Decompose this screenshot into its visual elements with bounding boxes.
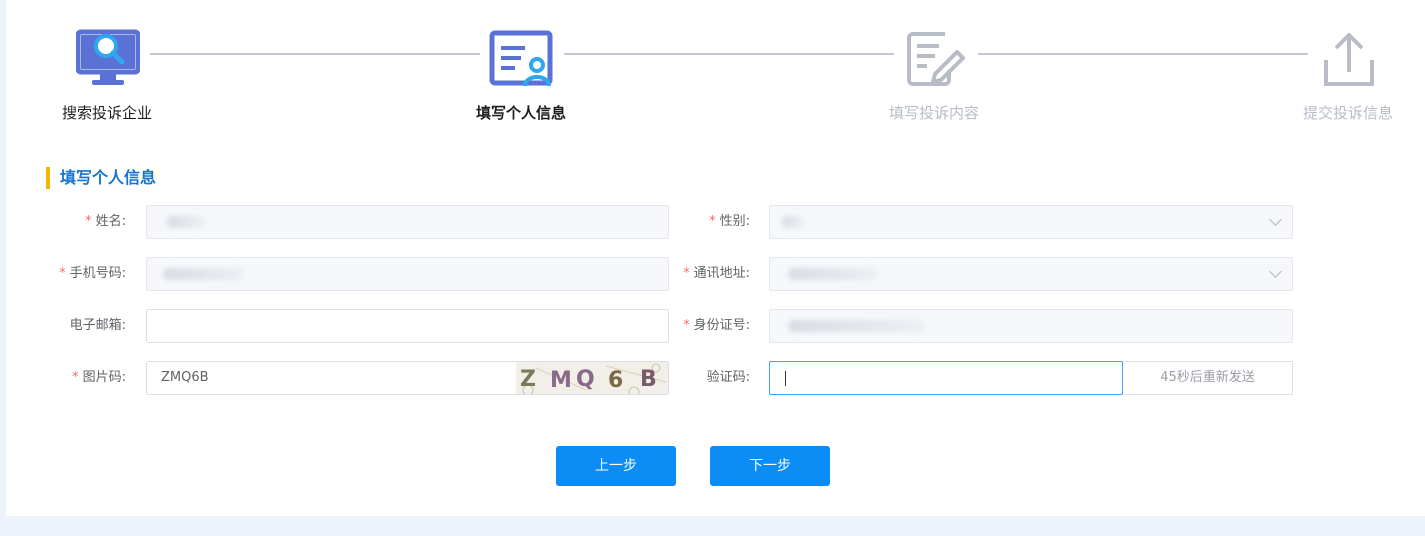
chevron-down-icon xyxy=(1269,213,1282,226)
id-number-label: * 身份证号: xyxy=(683,318,750,333)
required-mark: * xyxy=(59,266,66,281)
text-caret xyxy=(785,371,786,386)
redacted-value xyxy=(788,268,878,280)
step-label: 填写投诉内容 xyxy=(888,104,980,122)
gender-label: * 性别: xyxy=(709,214,750,229)
required-mark: * xyxy=(683,266,690,281)
edit-document-icon xyxy=(907,32,965,86)
next-step-button[interactable]: 下一步 xyxy=(710,446,830,486)
step-connector xyxy=(564,53,894,55)
captcha-field[interactable]: ZMQ6B Z M Q 6 B xyxy=(146,361,669,395)
required-mark: * xyxy=(72,370,79,385)
phone-field[interactable] xyxy=(146,257,669,291)
step-label: 搜索投诉企业 xyxy=(61,104,153,122)
step-connector xyxy=(150,53,480,55)
captcha-value: ZMQ6B xyxy=(161,370,209,385)
address-label: * 通讯地址: xyxy=(683,266,750,281)
section-title: 填写个人信息 xyxy=(60,168,157,187)
search-monitor-icon xyxy=(76,29,140,85)
section-accent-bar xyxy=(46,167,50,189)
required-mark: * xyxy=(85,214,92,229)
redacted-value xyxy=(788,320,924,332)
upload-icon xyxy=(1324,33,1374,86)
redacted-value xyxy=(782,216,804,228)
redacted-value xyxy=(163,268,243,280)
phone-label: * 手机号码: xyxy=(59,266,126,281)
profile-card-icon xyxy=(489,30,553,87)
redacted-value xyxy=(167,216,205,228)
prev-step-button[interactable]: 上一步 xyxy=(556,446,676,486)
address-select[interactable] xyxy=(769,257,1293,291)
required-mark: * xyxy=(709,214,716,229)
chevron-down-icon xyxy=(1269,265,1282,278)
verify-code-field[interactable] xyxy=(769,361,1123,395)
gender-select[interactable] xyxy=(769,205,1293,239)
email-label: 电子邮箱: xyxy=(69,318,126,333)
required-mark: * xyxy=(683,318,690,333)
svg-text:Q: Q xyxy=(576,367,595,392)
name-label: * 姓名: xyxy=(85,214,126,229)
svg-text:M: M xyxy=(550,368,572,393)
svg-text:6: 6 xyxy=(608,368,623,393)
step-connector xyxy=(978,53,1308,55)
name-field[interactable] xyxy=(146,205,669,239)
captcha-label: * 图片码: xyxy=(72,370,126,385)
email-field[interactable] xyxy=(146,309,669,343)
step-label: 提交投诉信息 xyxy=(1302,104,1394,122)
verify-code-label: 验证码: xyxy=(706,370,750,385)
step-label: 填写个人信息 xyxy=(475,104,567,122)
resend-code-button[interactable]: 45秒后重新发送 xyxy=(1123,361,1293,395)
svg-text:Z: Z xyxy=(520,367,536,392)
id-number-field[interactable] xyxy=(769,309,1293,343)
